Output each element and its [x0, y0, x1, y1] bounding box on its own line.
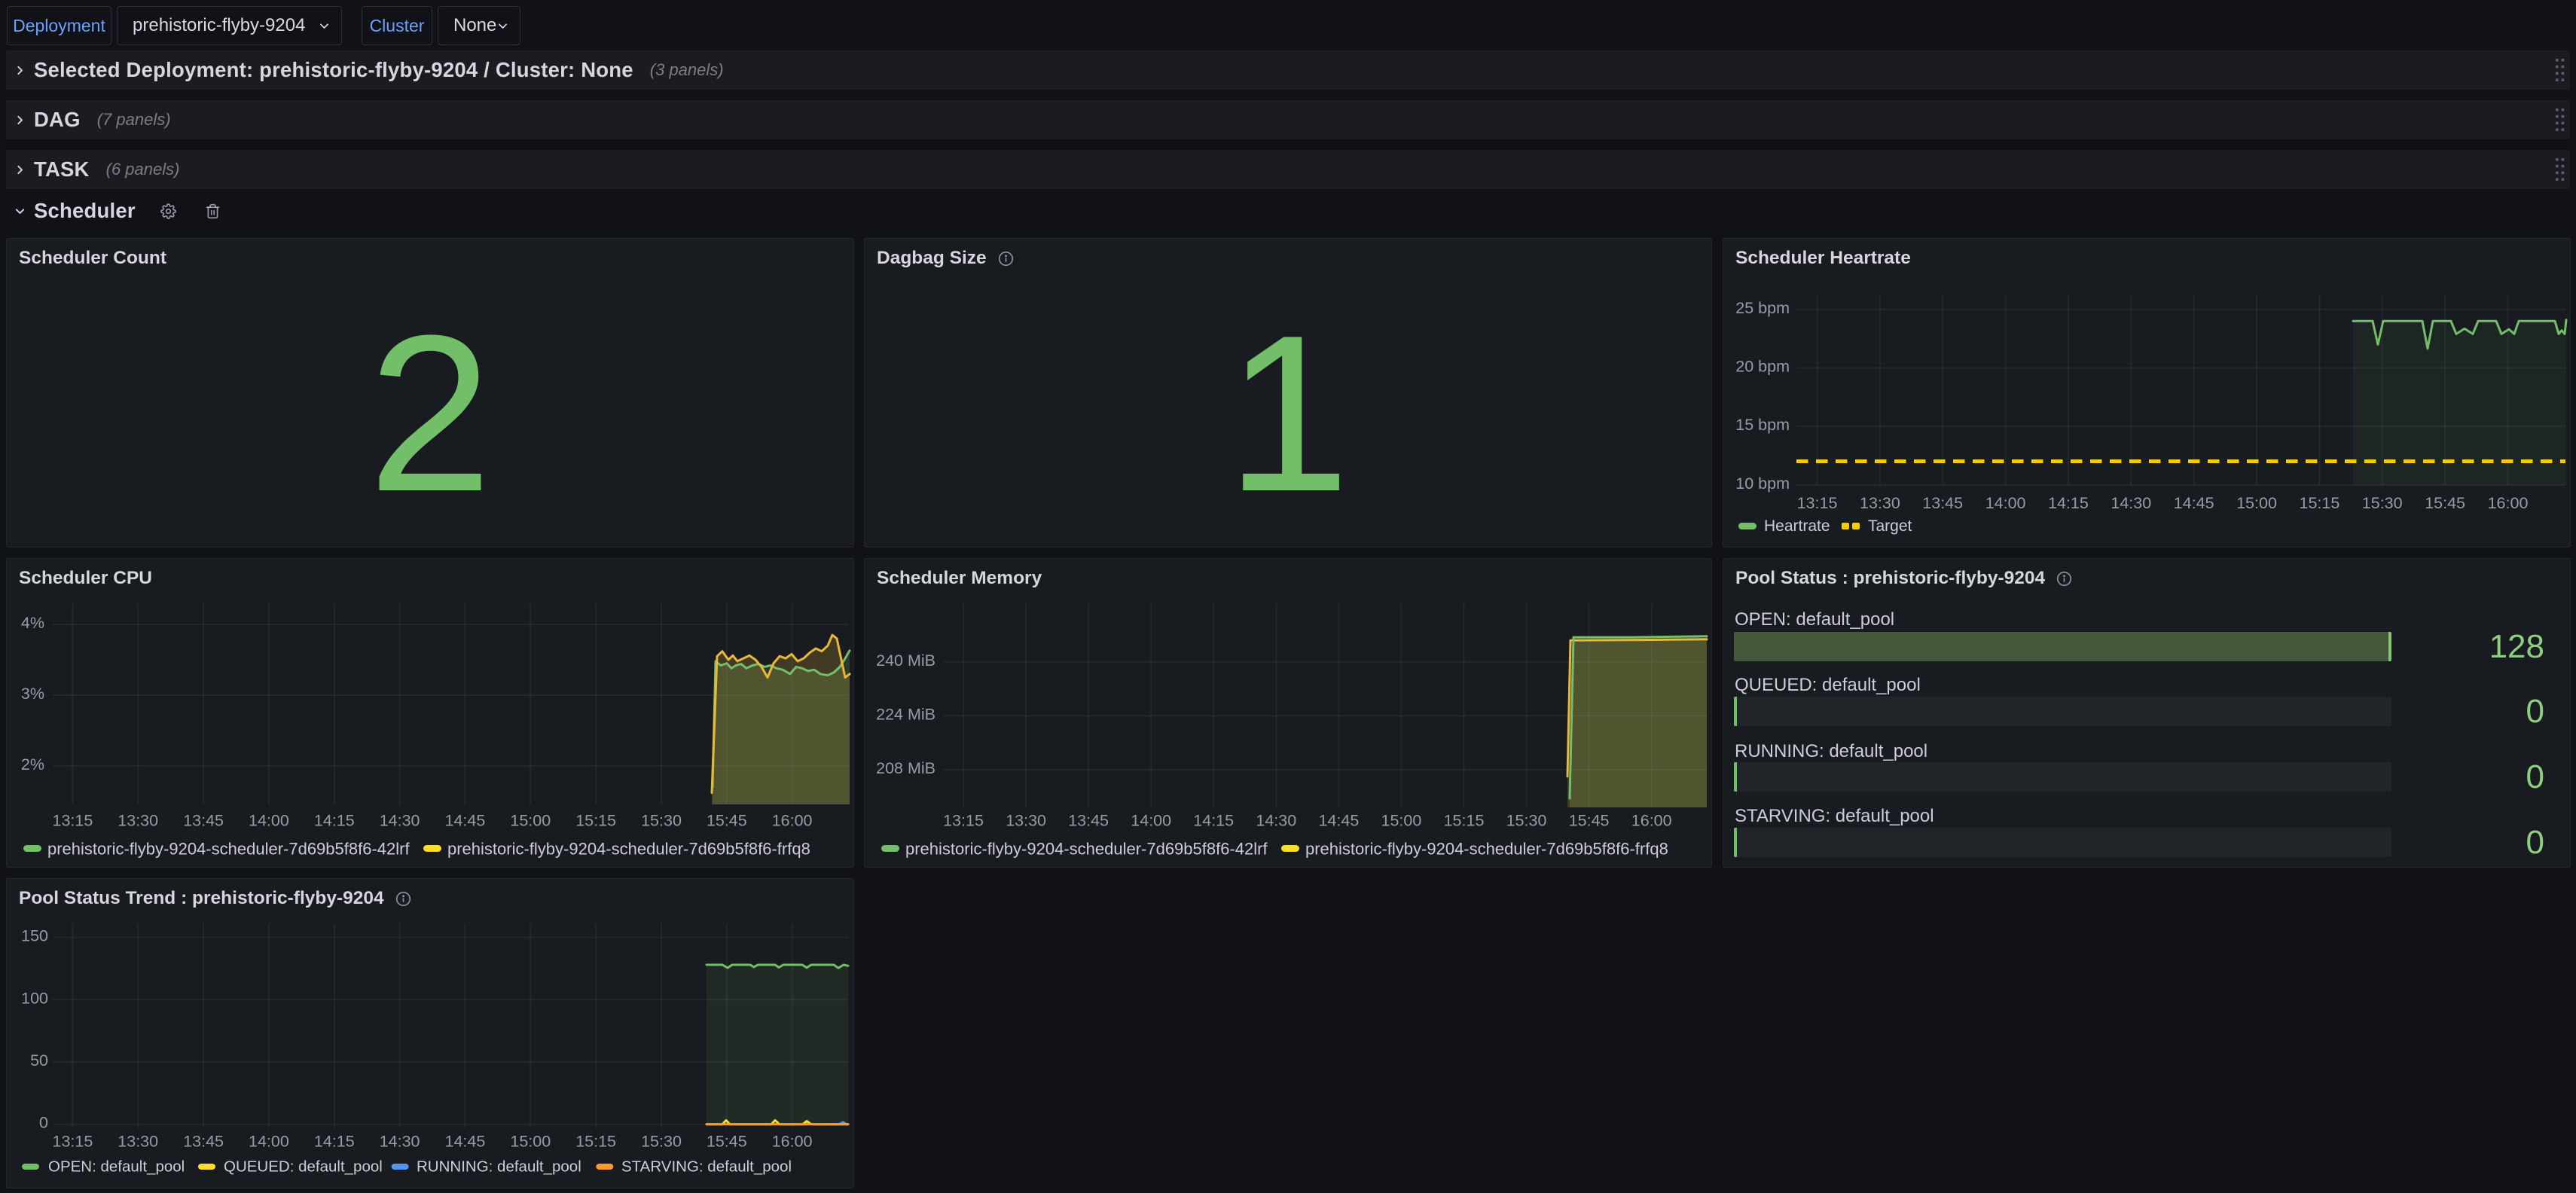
svg-text:150: 150 [21, 927, 48, 945]
svg-text:15 bpm: 15 bpm [1735, 416, 1790, 434]
svg-text:15:45: 15:45 [707, 812, 747, 830]
svg-text:15:30: 15:30 [2362, 494, 2403, 512]
svg-text:16:00: 16:00 [772, 1132, 813, 1150]
svg-text:prehistoric-flyby-9204-schedul: prehistoric-flyby-9204-scheduler-7d69b5f… [47, 840, 410, 859]
svg-text:14:30: 14:30 [380, 812, 420, 830]
svg-text:100: 100 [21, 989, 48, 1007]
svg-text:13:45: 13:45 [1922, 494, 1963, 512]
svg-text:14:15: 14:15 [1193, 812, 1234, 830]
svg-text:13:45: 13:45 [183, 812, 224, 830]
svg-text:15:30: 15:30 [641, 812, 682, 830]
svg-text:15:00: 15:00 [510, 1132, 551, 1150]
svg-text:15:00: 15:00 [1381, 812, 1421, 830]
svg-text:13:45: 13:45 [183, 1132, 224, 1150]
svg-text:50: 50 [30, 1051, 48, 1069]
svg-text:14:30: 14:30 [1256, 812, 1296, 830]
svg-text:224 MiB: 224 MiB [876, 705, 935, 723]
svg-text:13:15: 13:15 [943, 812, 984, 830]
svg-text:10 bpm: 10 bpm [1735, 474, 1790, 493]
svg-text:prehistoric-flyby-9204-schedul: prehistoric-flyby-9204-scheduler-7d69b5f… [447, 840, 810, 859]
svg-text:14:00: 14:00 [1131, 812, 1171, 830]
svg-text:2%: 2% [21, 755, 44, 773]
svg-text:240 MiB: 240 MiB [876, 651, 935, 670]
svg-text:0: 0 [39, 1114, 48, 1132]
svg-text:14:30: 14:30 [380, 1132, 420, 1150]
svg-text:13:15: 13:15 [52, 1132, 93, 1150]
svg-text:15:15: 15:15 [575, 812, 616, 830]
svg-text:15:15: 15:15 [575, 1132, 616, 1150]
svg-text:14:00: 14:00 [249, 1132, 289, 1150]
svg-text:14:45: 14:45 [444, 1132, 485, 1150]
svg-text:14:15: 14:15 [314, 812, 355, 830]
svg-text:15:30: 15:30 [1506, 812, 1547, 830]
svg-text:4%: 4% [21, 614, 44, 632]
svg-text:16:00: 16:00 [1631, 812, 1672, 830]
svg-text:14:45: 14:45 [444, 812, 485, 830]
svg-text:Heartrate: Heartrate [1764, 517, 1830, 535]
svg-text:OPEN: default_pool: OPEN: default_pool [48, 1158, 185, 1176]
svg-text:13:30: 13:30 [118, 812, 158, 830]
svg-text:13:15: 13:15 [52, 812, 93, 830]
svg-text:3%: 3% [21, 685, 44, 703]
svg-text:13:30: 13:30 [1006, 812, 1046, 830]
svg-text:15:00: 15:00 [2236, 494, 2277, 512]
svg-text:15:45: 15:45 [1569, 812, 1610, 830]
svg-text:15:45: 15:45 [707, 1132, 747, 1150]
svg-text:Target: Target [1868, 517, 1912, 535]
svg-text:15:45: 15:45 [2425, 494, 2465, 512]
svg-text:QUEUED: default_pool: QUEUED: default_pool [224, 1158, 383, 1176]
svg-text:208 MiB: 208 MiB [876, 759, 935, 777]
svg-text:prehistoric-flyby-9204-schedul: prehistoric-flyby-9204-scheduler-7d69b5f… [1305, 840, 1668, 859]
svg-text:15:15: 15:15 [2299, 494, 2339, 512]
svg-text:14:15: 14:15 [2048, 494, 2089, 512]
svg-text:13:45: 13:45 [1068, 812, 1109, 830]
svg-text:15:30: 15:30 [641, 1132, 682, 1150]
svg-text:14:30: 14:30 [2111, 494, 2151, 512]
svg-text:15:00: 15:00 [510, 812, 551, 830]
svg-text:14:00: 14:00 [1985, 494, 2026, 512]
svg-text:STARVING: default_pool: STARVING: default_pool [621, 1158, 792, 1176]
svg-text:14:45: 14:45 [2174, 494, 2214, 512]
svg-text:13:15: 13:15 [1797, 494, 1838, 512]
svg-text:15:15: 15:15 [1444, 812, 1485, 830]
svg-text:13:30: 13:30 [118, 1132, 158, 1150]
svg-text:16:00: 16:00 [2488, 494, 2529, 512]
svg-text:16:00: 16:00 [772, 812, 813, 830]
svg-text:14:45: 14:45 [1318, 812, 1359, 830]
svg-text:RUNNING: default_pool: RUNNING: default_pool [417, 1158, 581, 1176]
svg-text:14:00: 14:00 [249, 812, 289, 830]
svg-text:20 bpm: 20 bpm [1735, 358, 1790, 376]
svg-text:13:30: 13:30 [1860, 494, 1900, 512]
svg-text:14:15: 14:15 [314, 1132, 355, 1150]
svg-text:25 bpm: 25 bpm [1735, 299, 1790, 317]
svg-text:prehistoric-flyby-9204-schedul: prehistoric-flyby-9204-scheduler-7d69b5f… [905, 840, 1268, 859]
